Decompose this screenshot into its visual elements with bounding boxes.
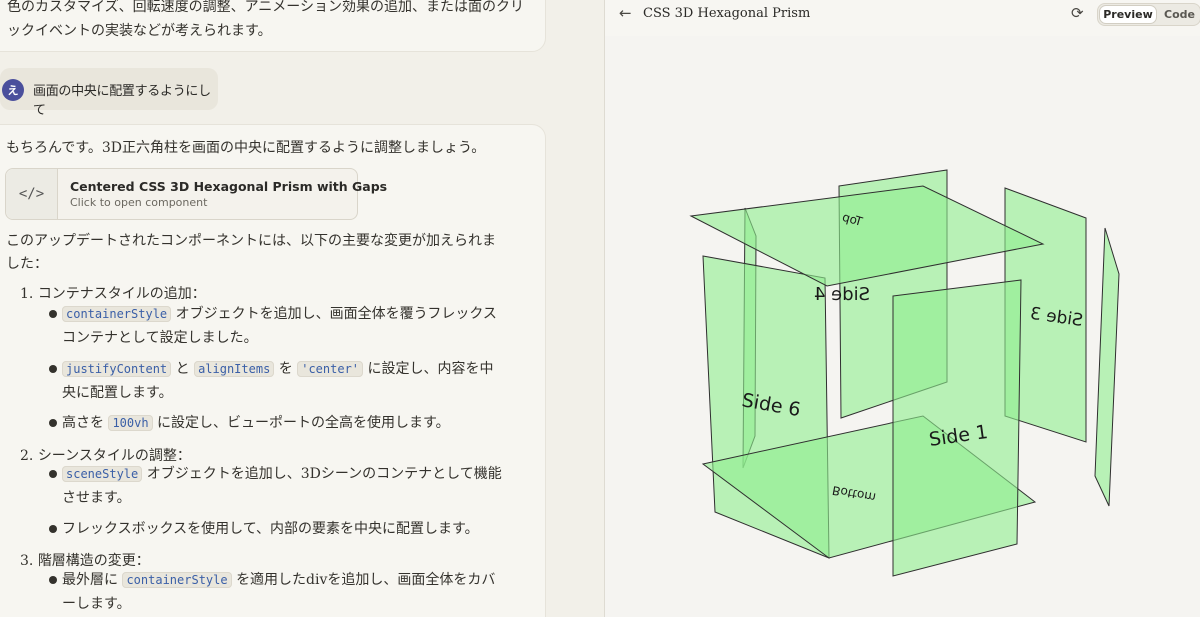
user-message-bubble: え 画面の中央に配置するようにして — [0, 68, 218, 118]
list-item-heading: 3. 階層構造の変更： — [20, 550, 150, 570]
preview-header: ← CSS 3D Hexagonal Prism ⟳ Preview Code — [605, 0, 1200, 30]
list-heading: 階層構造の変更： — [37, 553, 150, 569]
chat-panel: 色のカスタマイズ、回転速度の調整、アニメーション効果の追加、または面のクリックイ… — [0, 0, 604, 617]
inline-code: alignItems — [194, 361, 275, 377]
bullet-dot — [49, 419, 57, 427]
artifact-card[interactable]: </> Centered CSS 3D Hexagonal Prism with… — [5, 168, 387, 220]
list-item: containerStyle オブジェクトを追加し、画面全体を覆うフレックスコン… — [62, 302, 502, 350]
label-side-4: Side 4 — [814, 284, 870, 305]
user-message-text: 画面の中央に配置するようにして — [33, 84, 211, 118]
bullet-text: に設定し、ビューポートの全高を使用します。 — [157, 415, 450, 431]
back-arrow-icon[interactable]: ← — [619, 4, 632, 22]
inline-code: containerStyle — [122, 572, 232, 588]
list-item-heading: 1. コンテナスタイルの追加： — [20, 283, 206, 303]
artifact-preview-panel: ← CSS 3D Hexagonal Prism ⟳ Preview Code — [604, 0, 1200, 617]
bullet-text: 最外層に — [62, 572, 118, 588]
inline-code: justifyContent — [62, 361, 172, 377]
bullet-text: を — [278, 361, 293, 377]
list-heading: コンテナスタイルの追加： — [37, 286, 206, 302]
list-item: sceneStyle オブジェクトを追加し、3Dシーンのコンテナとして機能させま… — [62, 462, 502, 510]
list-number: 2. — [20, 448, 34, 464]
bullet-text: フレックスボックスを使用して、内部の要素を中央に配置します。 — [62, 521, 479, 537]
bullet-dot — [49, 310, 57, 318]
bullet-dot — [49, 525, 57, 533]
list-item: justifyContent と alignItems を 'center' に… — [62, 357, 502, 405]
refresh-icon[interactable]: ⟳ — [1071, 4, 1084, 22]
artifact-title: Centered CSS 3D Hexagonal Prism with Gap… — [70, 179, 388, 194]
tab-code[interactable]: Code — [1164, 8, 1195, 21]
list-item: フレックスボックスを使用して、内部の要素を中央に配置します。 — [62, 517, 502, 541]
answer-summary: このアップデートされたコンポーネントには、以下の主要な変更が加えられました： — [6, 233, 496, 272]
tab-preview[interactable]: Preview — [1099, 5, 1157, 24]
view-toggle: Preview Code — [1097, 3, 1200, 26]
code-icon: </> — [6, 169, 58, 219]
inline-code: sceneStyle — [62, 466, 143, 482]
list-number: 3. — [20, 553, 34, 569]
inline-code: 'center' — [297, 361, 364, 377]
list-item: 最外層に containerStyle を適用したdivを追加し、画面全体をカバ… — [62, 568, 502, 616]
bullet-dot — [49, 576, 57, 584]
list-item: 高さを 100vh に設定し、ビューポートの全高を使用します。 — [62, 411, 502, 435]
previous-answer-text: 色のカスタマイズ、回転速度の調整、アニメーション効果の追加、または面のクリックイ… — [7, 0, 525, 39]
previous-answer-card: 色のカスタマイズ、回転速度の調整、アニメーション効果の追加、または面のクリックイ… — [0, 0, 546, 52]
hexagonal-prism-scene: Top Side 4 Side 3 Side 6 Side 1 Bottom — [689, 169, 1120, 577]
bullet-text: 高さを — [62, 415, 104, 431]
bullet-text: と — [175, 361, 190, 377]
inline-code: containerStyle — [62, 306, 172, 322]
answer-intro: もちろんです。3D正六角柱を画面の中央に配置するように調整しましょう。 — [6, 140, 486, 156]
list-number: 1. — [20, 286, 34, 302]
bullet-dot — [49, 470, 57, 478]
bullet-dot — [49, 365, 57, 373]
preview-title: CSS 3D Hexagonal Prism — [643, 6, 811, 21]
artifact-subtitle: Click to open component — [70, 196, 208, 209]
inline-code: 100vh — [108, 415, 153, 431]
preview-canvas: Top Side 4 Side 3 Side 6 Side 1 Bottom — [605, 36, 1200, 617]
face-side-2-edge — [1094, 227, 1120, 507]
user-avatar: え — [2, 79, 24, 101]
